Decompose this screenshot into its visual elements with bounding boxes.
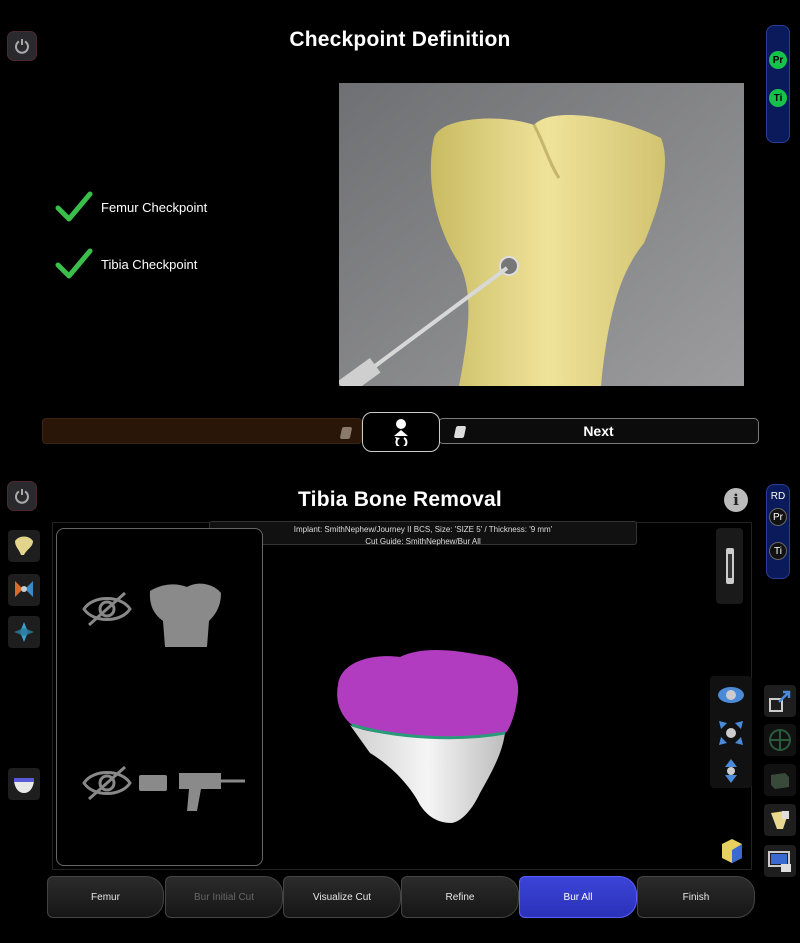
- overlay-toggle-button[interactable]: [764, 724, 796, 756]
- next-button-label: Next: [583, 423, 614, 439]
- cut-guide-line: Cut Guide: SmithNephew/Bur All: [365, 537, 481, 546]
- person-return-icon: [394, 419, 408, 446]
- tab-bur-all[interactable]: Bur All: [519, 876, 637, 918]
- tab-label: Bur All: [563, 891, 593, 903]
- tilt-view-button[interactable]: [714, 756, 748, 786]
- bone-icon: [15, 536, 33, 555]
- implant-info-bar: Implant: SmithNephew/Journey II BCS, Siz…: [209, 521, 637, 546]
- implant-icon: [771, 811, 789, 829]
- power-icon: [15, 489, 29, 504]
- tool-status-indicator: [716, 528, 743, 604]
- resize-icon: [769, 690, 791, 712]
- tab-label: Finish: [682, 891, 710, 903]
- checkpoint-label: Tibia Checkpoint: [101, 256, 198, 272]
- tab-femur[interactable]: Femur: [47, 876, 164, 918]
- power-button-bottom[interactable]: [7, 481, 37, 511]
- checkpoint-label: Femur Checkpoint: [101, 199, 208, 215]
- screenshot-button[interactable]: [764, 845, 796, 877]
- cube-icon: [722, 839, 742, 863]
- page-title-bottom: Tibia Bone Removal: [298, 488, 502, 511]
- rotate-icon: [14, 622, 34, 642]
- info-button[interactable]: i: [724, 488, 748, 512]
- tab-finish[interactable]: Finish: [637, 876, 755, 918]
- window-resize-button[interactable]: [764, 685, 796, 717]
- tab-bur-initial-cut[interactable]: Bur Initial Cut: [165, 876, 283, 918]
- back-to-checkpoint-button[interactable]: [362, 412, 440, 452]
- planes-icon: [15, 581, 33, 597]
- tibia-model[interactable]: [330, 645, 525, 825]
- tab-pr-top[interactable]: Pr: [769, 51, 787, 69]
- checkmark-icon: [55, 248, 93, 279]
- case-tabs-top: Pr Ti: [766, 25, 790, 143]
- tab-ti-top[interactable]: Ti: [769, 89, 787, 107]
- page-title-top: Checkpoint Definition: [289, 28, 511, 51]
- tilt-arrows-icon: [725, 759, 737, 783]
- implant-view-button[interactable]: [764, 804, 796, 836]
- progress-marker-right: [453, 426, 467, 438]
- info-icon: i: [733, 491, 739, 509]
- tibia-silhouette-icon[interactable]: [145, 579, 225, 649]
- tab-label: Visualize Cut: [312, 891, 372, 903]
- next-button[interactable]: Next: [438, 418, 759, 444]
- visibility-panel: [56, 528, 263, 866]
- cut-planes-button[interactable]: [8, 574, 40, 606]
- eye-view-icon: [718, 687, 744, 703]
- power-icon: [15, 39, 29, 54]
- checkpoint-tibia: Tibia Checkpoint: [55, 247, 197, 281]
- eye-hidden-icon[interactable]: [81, 763, 133, 803]
- implant-line: Implant: SmithNephew/Journey II BCS, Siz…: [293, 525, 553, 534]
- rotate-view-button[interactable]: [8, 616, 40, 648]
- progress-marker-left: [339, 427, 353, 439]
- box-icon: [771, 773, 789, 789]
- bur-icon-button[interactable]: [8, 768, 40, 800]
- femur-tool-button[interactable]: [8, 530, 40, 562]
- expand-arrows-icon: [719, 721, 743, 745]
- checkmark-icon: [55, 191, 93, 222]
- tab-refine[interactable]: Refine: [401, 876, 519, 918]
- view-reset-button[interactable]: [714, 680, 748, 710]
- eye-hidden-icon[interactable]: [81, 589, 133, 629]
- monitor-camera-icon: [768, 851, 791, 872]
- checkpoint-video: [339, 83, 744, 386]
- bowl-icon: [14, 778, 34, 793]
- tab-visualize-cut[interactable]: Visualize Cut: [283, 876, 401, 918]
- cube-view-button[interactable]: [718, 835, 746, 865]
- tab-pr-bottom[interactable]: Pr: [769, 508, 787, 526]
- progress-track: [42, 418, 362, 444]
- checkpoint-femur: Femur Checkpoint: [55, 190, 207, 224]
- tibia-probe-illustration: [339, 83, 744, 386]
- tab-label: Femur: [91, 891, 120, 903]
- tab-ti-bottom[interactable]: Ti: [769, 542, 787, 560]
- tab-rd[interactable]: RD: [771, 491, 785, 502]
- power-button-top[interactable]: [7, 31, 37, 61]
- handpiece-silhouette-icon[interactable]: [139, 767, 247, 817]
- handpiece-vertical-icon: [725, 548, 734, 584]
- tab-label: Bur Initial Cut: [193, 891, 255, 903]
- tab-label: Refine: [445, 891, 475, 903]
- case-tabs-bottom: RD Pr Ti: [766, 484, 790, 579]
- camera-box-button[interactable]: [764, 764, 796, 796]
- zoom-fit-button[interactable]: [714, 718, 748, 748]
- circles-icon: [769, 729, 791, 751]
